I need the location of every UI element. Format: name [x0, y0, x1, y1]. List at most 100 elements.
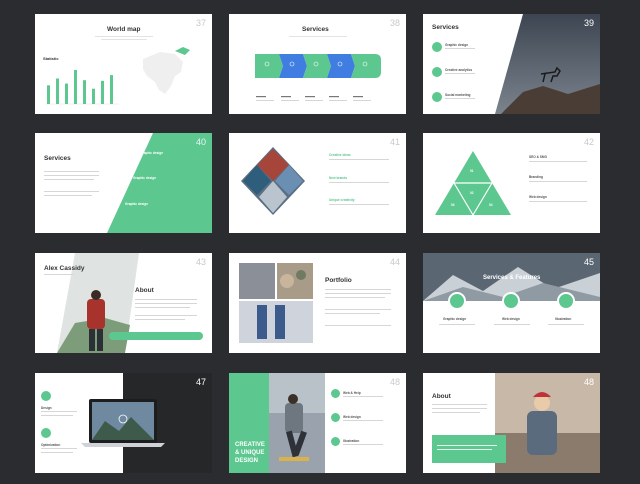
text-line — [44, 175, 99, 176]
service-icon — [432, 92, 442, 102]
text-line — [343, 420, 383, 421]
text-line — [41, 411, 77, 412]
text-line — [432, 404, 487, 405]
text-line — [325, 313, 380, 314]
slide-38-services[interactable]: 38 Services — [229, 14, 406, 114]
feature-item: Design — [41, 406, 52, 410]
slide-number: 47 — [195, 377, 206, 387]
north-america-map-icon — [143, 47, 190, 94]
green-diagonal-panel — [107, 133, 212, 233]
service-item: Graphic design — [445, 43, 469, 47]
text-line — [325, 293, 391, 294]
slide-48-creative-design[interactable]: 48 CREATIVE & UNIQUE DESIGN Web & Help W… — [229, 373, 406, 473]
slide-number: 48 — [583, 377, 594, 387]
text-line — [135, 307, 190, 308]
slide-45-services-features[interactable]: 45 Services & Features Graphic design We… — [423, 253, 600, 353]
text-line — [439, 324, 475, 325]
slide-number: 43 — [195, 257, 206, 267]
slide-number: 48 — [389, 377, 400, 387]
text-line — [325, 297, 385, 298]
text-line — [44, 179, 94, 180]
service-item: Graphic design — [133, 176, 157, 180]
text-line — [135, 299, 197, 300]
feature-item: Branding — [529, 175, 543, 179]
slide-number: 39 — [583, 18, 594, 28]
slide-number: 40 — [195, 137, 206, 147]
feature-icon — [41, 391, 51, 401]
feature-icon — [331, 389, 340, 398]
slide-title: About — [135, 287, 154, 294]
slide-48-about[interactable]: 48 About — [423, 373, 600, 473]
feature-icon — [41, 428, 51, 438]
text-line — [41, 452, 73, 453]
feature-item: Web design — [502, 317, 520, 321]
text-line — [494, 324, 530, 325]
service-text-line — [445, 48, 475, 49]
text-line — [325, 309, 391, 310]
service-item: Graphic design — [125, 202, 149, 206]
slide-title: Services — [44, 155, 71, 162]
feature-item: New brands — [329, 176, 348, 180]
service-text-line — [445, 73, 475, 74]
slide-43-about[interactable]: 43 Alex Cassidy About — [35, 253, 212, 353]
slide-title: Services — [432, 24, 459, 31]
text-line — [437, 445, 497, 446]
slide-41-diamond-photos[interactable]: 41 Creative ideas New brands Unique crea… — [229, 133, 406, 233]
text-line — [329, 182, 389, 183]
text-line — [432, 412, 480, 413]
text-line — [437, 449, 492, 450]
diamond-photo-collage — [241, 147, 305, 215]
slide-42-triangle[interactable]: 42 01 02 03 04 SEO & SMO Branding Web de… — [423, 133, 600, 233]
text-line — [529, 161, 587, 162]
feature-item: Web design — [343, 415, 361, 419]
text-line — [41, 415, 73, 416]
slide-44-portfolio[interactable]: 44 Portfolio — [229, 253, 406, 353]
triangle-label: 04 — [489, 203, 493, 207]
text-line — [548, 324, 584, 325]
text-line — [44, 191, 99, 192]
feature-item: Illustration — [343, 439, 360, 443]
feature-icon — [331, 413, 340, 422]
feature-icon — [557, 292, 575, 310]
text-line — [329, 159, 389, 160]
triangle-label: 02 — [470, 191, 474, 195]
slide-39-services[interactable]: 39 Services Graphic design Creative anal… — [423, 14, 600, 114]
service-item: Social marketing — [445, 93, 471, 97]
portfolio-photo-grid — [239, 263, 313, 343]
slide-number: 45 — [583, 257, 594, 267]
text-line — [44, 195, 92, 196]
text-line — [135, 319, 185, 320]
tagline-line: CREATIVE — [235, 442, 265, 448]
triangle-diagram — [435, 151, 511, 216]
feature-item: Web design — [529, 195, 547, 199]
text-line — [325, 325, 391, 326]
text-line — [343, 396, 383, 397]
service-steps — [255, 54, 381, 101]
text-line — [343, 444, 383, 445]
service-text-line — [445, 98, 475, 99]
service-item: Creative analytics — [445, 68, 473, 72]
person-name: Alex Cassidy — [44, 265, 85, 272]
slide-47-laptop[interactable]: 47 Design Optimization — [35, 373, 212, 473]
feature-item: Unique creativity — [329, 198, 355, 202]
text-line — [529, 181, 587, 182]
feature-item: Graphic design — [443, 317, 467, 321]
tagline-line: & UNIQUE — [235, 450, 265, 456]
slide-37-world-map[interactable]: 37 World map Statistic — [35, 14, 212, 114]
text-line — [135, 303, 197, 304]
text-line — [44, 171, 99, 172]
triangle-label: 01 — [470, 169, 474, 173]
feature-icon — [331, 437, 340, 446]
text-line — [329, 204, 389, 205]
text-line — [432, 408, 487, 409]
feature-item: Creative ideas — [329, 153, 351, 157]
feature-item: Illustration — [555, 317, 572, 321]
service-item: Graphic design — [140, 151, 164, 155]
service-icon — [432, 67, 442, 77]
tagline-line: DESIGN — [235, 458, 259, 464]
slide-title: Portfolio — [325, 277, 352, 284]
feature-item: Web & Help — [343, 391, 361, 395]
feature-icon — [448, 292, 466, 310]
contact-bar — [109, 332, 203, 340]
slide-40-services[interactable]: 40 Services Graphic design Graphic desig… — [35, 133, 212, 233]
